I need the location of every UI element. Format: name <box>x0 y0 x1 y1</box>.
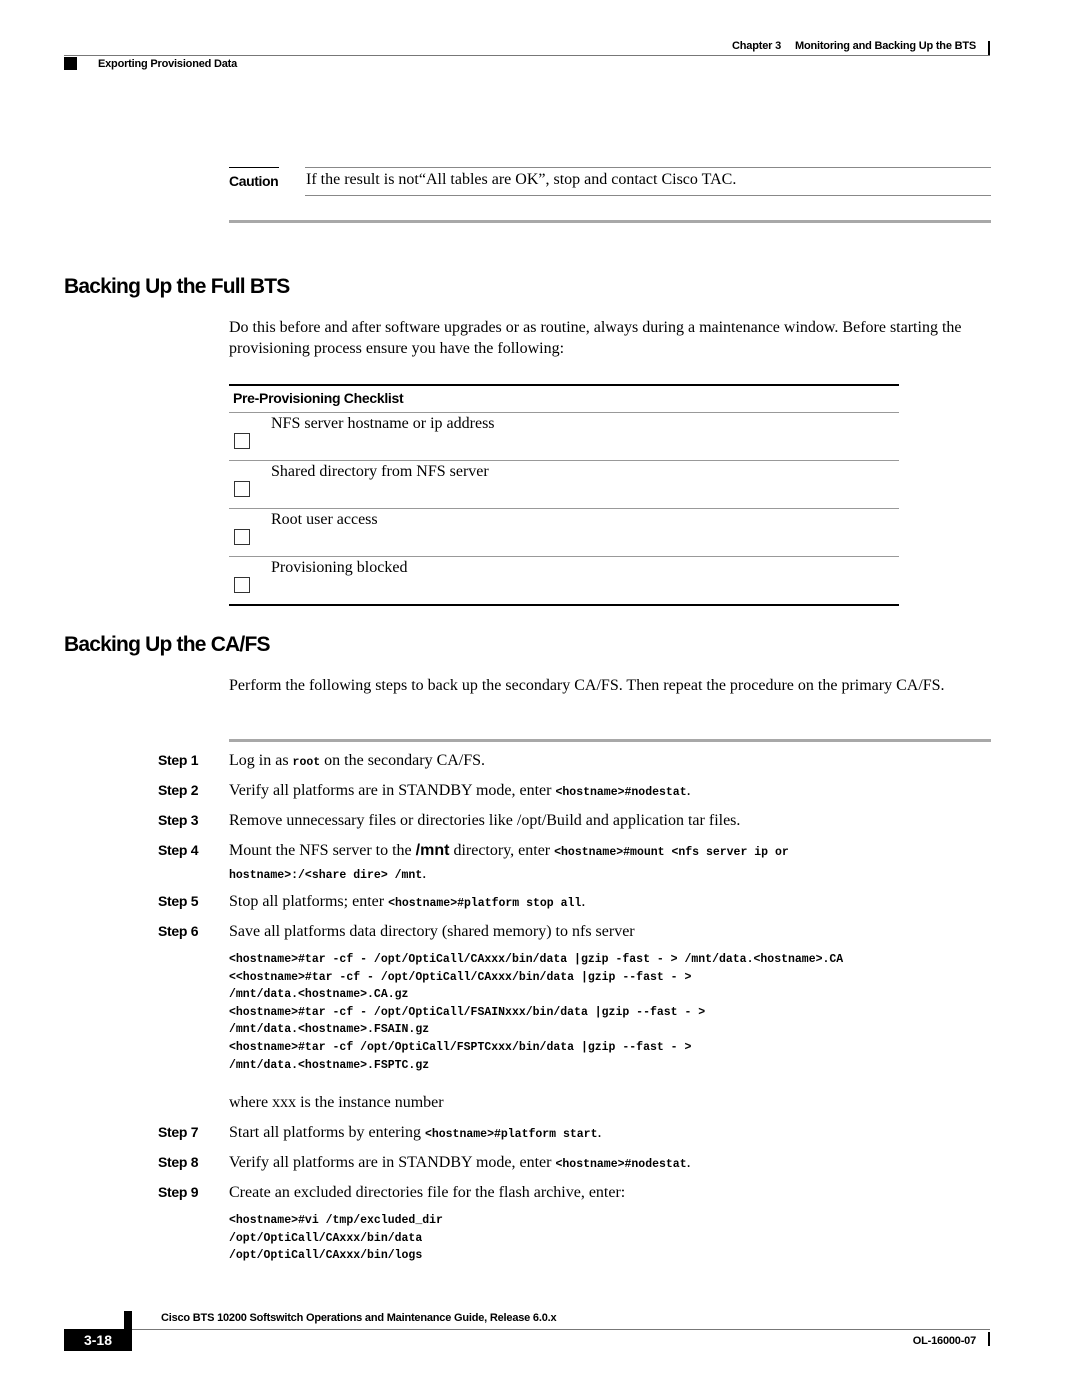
caution-text: If the result is not“All tables are OK”,… <box>306 171 737 188</box>
chapter-title: Monitoring and Backing Up the BTS <box>794 40 976 52</box>
checklist-item-label: NFS server hostname or ip address <box>271 415 495 432</box>
code-line: /mnt/data.<hostname>.FSAIN.gz <box>229 1023 430 1037</box>
step-text: Log in as root on the secondary CA/FS. <box>229 750 999 773</box>
step-text-pre: Verify all platforms are in STANDBY mode… <box>229 1154 556 1171</box>
step-text: Stop all platforms; enter <hostname>#pla… <box>229 891 999 914</box>
heading-ca-fs: Backing Up the CA/FS <box>64 633 271 656</box>
step-text-post: on the secondary CA/FS. <box>320 752 486 769</box>
step-text-pre: Stop all platforms; enter <box>229 893 389 910</box>
code-line: <hostname>#tar -cf /opt/OptiCall/FSPTCxx… <box>229 1040 692 1054</box>
chapter-label: Chapter 3 <box>732 40 781 52</box>
checklist-item: Shared directory from NFS server <box>229 461 899 509</box>
checkbox[interactable] <box>234 481 250 497</box>
checkbox[interactable] <box>234 529 250 545</box>
checklist-item-label: Shared directory from NFS server <box>271 463 489 480</box>
full-bts-intro: Do this before and after software upgrad… <box>229 319 962 357</box>
step-text-post: . <box>581 893 586 910</box>
checklist-title: Pre-Provisioning Checklist <box>229 386 899 413</box>
step-text: Save all platforms data directory (share… <box>229 921 999 942</box>
code-line: /mnt/data.<hostname>.FSPTC.gz <box>229 1058 430 1072</box>
step-command: <hostname>#platform start <box>424 1128 598 1141</box>
step-text-mid: directory, enter <box>449 842 555 859</box>
checklist-item-label: Root user access <box>271 511 378 528</box>
code-line: <<hostname>#tar -cf - /opt/OptiCall/CAxx… <box>229 970 692 984</box>
footer-block-marker <box>124 1311 132 1329</box>
step6-note: where xxx is the instance number <box>229 1094 444 1111</box>
procedure-divider <box>229 739 991 742</box>
step9-code-block: <hostname>#vi /tmp/excluded_dir/opt/Opti… <box>229 1212 443 1265</box>
header-bar-marker <box>988 41 990 55</box>
caution-label-rule <box>229 167 279 168</box>
code-line: <hostname>#tar -cf - /opt/OptiCall/FSAIN… <box>229 1005 706 1019</box>
step-label: Step 4 <box>158 842 199 858</box>
checklist-item: Provisioning blocked <box>229 557 899 606</box>
step-label: Step 6 <box>158 923 199 939</box>
footer-title: Cisco BTS 10200 Softswitch Operations an… <box>161 1312 557 1324</box>
section-divider <box>229 220 991 223</box>
document-id: OL-16000-07 <box>912 1335 976 1347</box>
ca-fs-intro: Perform the following steps to back up t… <box>229 677 945 694</box>
page-number: 3-18 <box>64 1329 132 1351</box>
step-text: Create an excluded directories file for … <box>229 1182 999 1203</box>
step-label: Step 7 <box>158 1124 199 1140</box>
step-label: Step 2 <box>158 782 199 798</box>
step-text-post: . <box>422 865 427 882</box>
step-text-pre: Remove unnecessary files or directories … <box>229 812 741 829</box>
step-text-post: . <box>597 1124 602 1141</box>
code-line: <hostname>#vi /tmp/excluded_dir <box>229 1214 443 1227</box>
code-line: /opt/OptiCall/CAxxx/bin/logs <box>229 1249 423 1263</box>
step-text: Remove unnecessary files or directories … <box>229 810 999 831</box>
step-text-post: . <box>686 782 691 799</box>
step-text: Verify all platforms are in STANDBY mode… <box>229 1152 999 1175</box>
checklist-item: NFS server hostname or ip address <box>229 413 899 461</box>
step-label: Step 5 <box>158 893 199 909</box>
checkbox[interactable] <box>234 433 250 449</box>
step-label: Step 9 <box>158 1184 199 1200</box>
heading-full-bts: Backing Up the Full BTS <box>64 275 290 298</box>
step-command: <hostname>#platform stop all <box>388 897 582 910</box>
step-text-pre: Mount the NFS server to the <box>229 842 416 859</box>
code-line: /opt/OptiCall/CAxxx/bin/data <box>229 1231 423 1245</box>
running-header-chapter: Chapter 3 Monitoring and Backing Up the B… <box>718 40 976 52</box>
step-command: <hostname>#nodestat <box>555 1158 687 1171</box>
header-rule <box>64 55 990 56</box>
step-text-pre: Start all platforms by entering <box>229 1124 425 1141</box>
code-line: <hostname>#tar -cf - /opt/OptiCall/CAxxx… <box>229 953 844 966</box>
caution-rule-top <box>305 167 991 168</box>
step-text-pre: Log in as <box>229 752 293 769</box>
caution-rule-bottom <box>305 195 991 196</box>
footer-rule <box>64 1329 990 1330</box>
step-label: Step 8 <box>158 1154 199 1170</box>
checklist-item: Root user access <box>229 509 899 557</box>
step-text: Mount the NFS server to the /mnt directo… <box>229 840 909 886</box>
code-line: /mnt/data.<hostname>.CA.gz <box>229 988 409 1002</box>
step-text-pre: Verify all platforms are in STANDBY mode… <box>229 782 556 799</box>
running-header-section: Exporting Provisioned Data <box>98 58 238 70</box>
footer-bar-marker <box>988 1332 990 1346</box>
step-text-pre: Save all platforms data directory (share… <box>229 923 635 940</box>
caution-label: Caution <box>229 173 279 189</box>
step-text-post: . <box>686 1154 691 1171</box>
checklist-item-label: Provisioning blocked <box>271 559 408 576</box>
step-text-pre: Create an excluded directories file for … <box>229 1184 626 1201</box>
pre-provisioning-checklist: Pre-Provisioning Checklist NFS server ho… <box>229 384 899 606</box>
step6-code-block: <hostname>#tar -cf - /opt/OptiCall/CAxxx… <box>229 951 843 1074</box>
step-label: Step 3 <box>158 812 199 828</box>
header-block-marker <box>64 57 77 70</box>
step-label: Step 1 <box>158 752 199 768</box>
step-text: Verify all platforms are in STANDBY mode… <box>229 780 999 803</box>
step-command: root <box>292 756 321 769</box>
checkbox[interactable] <box>234 577 250 593</box>
step-path-bold: /mnt <box>415 842 450 859</box>
step-command: <hostname>#nodestat <box>555 786 687 799</box>
step-text: Start all platforms by entering <hostnam… <box>229 1122 999 1145</box>
